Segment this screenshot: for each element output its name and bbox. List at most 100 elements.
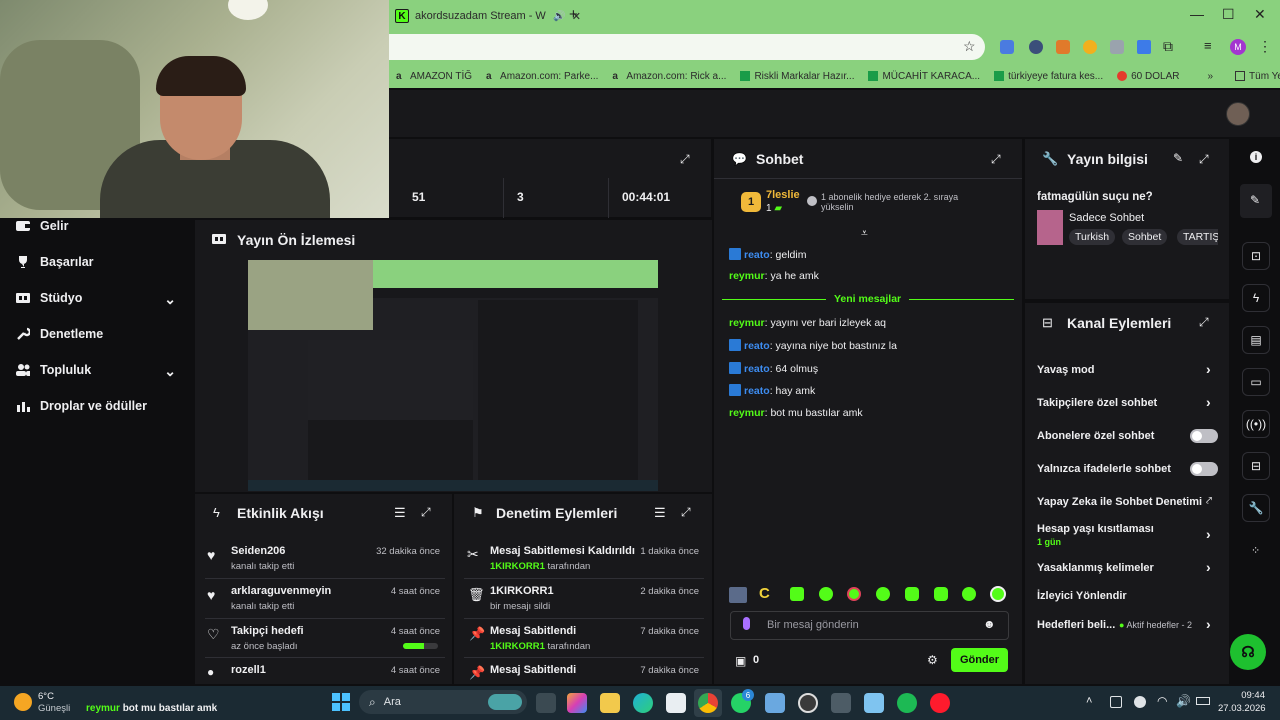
bookmark-item[interactable]: MÜCAHİT KARACA... [861,71,987,82]
ai-moderation-row[interactable]: Yapay Zeka ile Sohbet Denetimi [1037,496,1202,508]
spotify-icon[interactable] [897,693,917,713]
store-icon[interactable]: ▣ [735,654,746,668]
browser-tab[interactable]: K akordsuzadam Stream - W 🔊 ✕ [389,2,587,30]
profile-avatar[interactable]: M [1230,39,1246,55]
bookmarks-folder[interactable]: Tüm Yer İşaretleri [1228,71,1280,82]
close-window-icon[interactable]: ✕ [1254,6,1266,23]
stream-preview-video[interactable] [248,260,658,491]
goals-row[interactable]: Hedefleri beli... [1037,619,1115,631]
chat-icon[interactable]: ▭ [1242,368,1270,396]
bookmark-item[interactable]: a Amazon.com: Rick a... [605,71,733,83]
bookmark-item[interactable]: a AMAZON TİĞ [389,71,479,83]
tag-chip[interactable]: Sohbet [1122,229,1168,245]
audio-icon[interactable]: 🔊 [553,11,565,22]
edit-icon[interactable]: ✎ [1173,151,1183,165]
gifter-name[interactable]: 7leslie [766,189,800,201]
sidebar-item-community[interactable]: Topluluk ⌄ [16,363,176,379]
extension-icon-2[interactable] [1056,40,1070,54]
emote-icon[interactable]: C [759,585,770,602]
emoji-icon[interactable]: ☻ [983,617,996,631]
account-age-row[interactable]: Hesap yaşı kısıtlaması [1037,523,1154,535]
subscribers-only-toggle[interactable] [1190,429,1218,443]
emote-only-toggle[interactable] [1190,462,1218,476]
external-link-icon[interactable]: ⤤ [1206,495,1212,508]
emote-icon[interactable] [819,587,833,601]
bookmark-star-icon[interactable]: ☆ [963,38,976,55]
media-control-icon[interactable]: ≡ [1204,38,1212,53]
raid-row[interactable]: İzleyici Yönlendir [1037,590,1127,602]
new-tab-button[interactable]: + [569,6,578,23]
chevron-right-icon[interactable]: › [1206,559,1211,575]
popout-icon[interactable]: ⤢ [1199,152,1209,167]
bookmark-item[interactable]: Riskli Markalar Hazır... [733,71,861,82]
sidebar-item-studio[interactable]: Stüdyo ⌄ [16,291,176,307]
file-explorer-icon[interactable] [600,693,620,713]
slow-mode-row[interactable]: Yavaş mod [1037,364,1094,376]
extension-icon-3[interactable] [1083,40,1097,54]
collapse-icon[interactable]: ⩡ [861,226,868,241]
popout-icon[interactable]: ⤢ [681,505,691,520]
minimize-icon[interactable]: — [1190,6,1204,22]
emote-icon[interactable] [962,587,976,601]
more-apps-icon[interactable]: ⁘ [1251,544,1260,557]
calculator-icon[interactable] [831,693,851,713]
extension-icon-1[interactable] [1029,40,1043,54]
maximize-icon[interactable]: ☐ [1222,6,1235,23]
info-icon[interactable]: i [1250,151,1262,163]
translate-icon[interactable] [1000,40,1014,54]
banned-words-row[interactable]: Yasaklanmış kelimeler [1037,562,1154,574]
tray-chevron-up-icon[interactable]: ˄ [1086,695,1092,707]
lightning-icon[interactable]: ϟ [1242,284,1270,312]
tray-icon[interactable] [1134,696,1146,708]
clock-date[interactable]: 27.03.2026 [1218,703,1266,714]
filter-icon[interactable]: ☰ [654,505,666,521]
edge-icon[interactable] [633,693,653,713]
store-icon[interactable] [666,693,686,713]
popout-icon[interactable]: ⤢ [421,505,431,520]
bookmarks-more[interactable]: » [1200,71,1220,82]
camera-focus-icon[interactable]: ⊡ [1242,242,1270,270]
bookmark-item[interactable]: a Amazon.com: Parke... [479,71,605,83]
popout-icon[interactable]: ⤢ [1199,315,1209,330]
extension-icon-5[interactable] [1137,40,1151,54]
browser-menu-icon[interactable]: ⋮ [1258,38,1272,55]
category-thumbnail[interactable] [1037,210,1063,245]
extensions-puzzle-icon[interactable]: ⧉ [1163,38,1173,55]
popout-icon[interactable]: ⤢ [991,152,1001,167]
speaker-icon[interactable]: 🔊 [1176,694,1191,708]
chevron-right-icon[interactable]: › [1206,361,1211,377]
tag-chip[interactable]: TARTIŞ [1177,229,1218,245]
activity-user[interactable]: Takipçi hedefi [231,625,304,637]
bookmark-item[interactable]: 60 DOLAR [1110,71,1186,82]
layout-icon[interactable]: ⊟ [1242,452,1270,480]
send-button[interactable]: Gönder [951,648,1008,672]
obs-icon[interactable] [798,693,818,713]
emote-icon[interactable] [990,586,1006,602]
extension-icon-4[interactable] [1110,40,1124,54]
activity-user[interactable]: Seiden206 [231,545,285,557]
chevron-right-icon[interactable]: › [1206,616,1211,632]
start-button[interactable] [332,693,350,711]
sidebar-item-revenue[interactable]: Gelir [16,219,176,233]
copilot-icon[interactable] [567,693,587,713]
clock-time[interactable]: 09:44 [1223,690,1265,701]
filter-icon[interactable]: ☰ [394,505,406,521]
task-view-icon[interactable] [536,693,556,713]
sidebar-item-achievements[interactable]: Başarılar [16,255,176,269]
emote-icon[interactable] [934,587,948,601]
activity-user[interactable]: arklaraguvenmeyin [231,585,331,597]
app-icon[interactable] [765,693,785,713]
sidebar-item-drops[interactable]: Droplar ve ödüller [16,399,176,413]
user-avatar[interactable] [1226,102,1250,126]
weather-icon[interactable] [14,693,32,711]
chevron-right-icon[interactable]: › [1206,394,1211,410]
support-headset-button[interactable]: ☊ [1230,634,1266,670]
wrench-icon[interactable]: 🔧 [1242,494,1270,522]
wifi-icon[interactable]: ◠ [1157,694,1167,708]
followers-only-row[interactable]: Takipçilere özel sohbet [1037,397,1157,409]
emote-icon[interactable] [729,587,747,603]
notes-icon[interactable]: ▤ [1242,326,1270,354]
broadcast-icon[interactable]: ((•)) [1242,410,1270,438]
tag-chip[interactable]: Turkish [1069,229,1116,245]
emote-icon[interactable] [905,587,919,601]
